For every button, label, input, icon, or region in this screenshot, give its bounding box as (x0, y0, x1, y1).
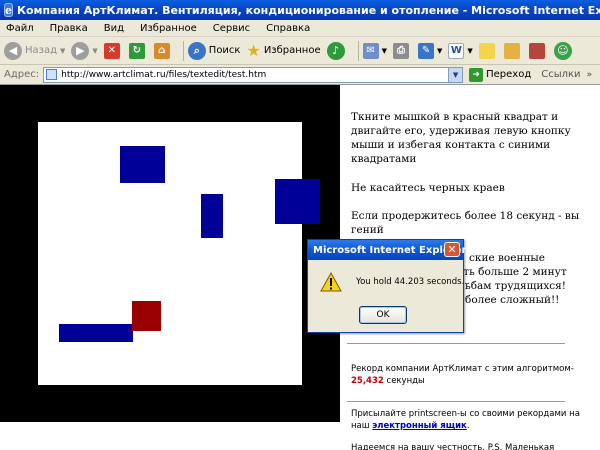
military-text-line: ать больше 2 минут (457, 266, 567, 278)
hope-text: Надеемся на вашу честность. P.S. Маленьк… (351, 443, 555, 450)
word-dropdown-icon: ▼ (467, 46, 473, 55)
blue-square (275, 179, 320, 224)
dialog-message: You hold 44.203 seconds... (356, 277, 470, 287)
avoid-edges-text: Не касайтесь черных краев (351, 182, 505, 194)
address-dropdown-icon[interactable]: ▼ (448, 67, 463, 82)
title-bar[interactable]: e Компания АртКлимат. Вентиляция, кондиц… (0, 0, 600, 20)
folder-icon (503, 42, 520, 59)
ie-logo-icon: e (4, 3, 13, 17)
menu-tools[interactable]: Сервис (213, 23, 250, 34)
page-icon (46, 69, 58, 80)
word-button[interactable]: W ▼ (448, 42, 473, 59)
warning-icon (320, 272, 342, 292)
military-text-line: ьбам трудящихся! (465, 280, 567, 292)
toolbar-separator (357, 40, 359, 61)
back-label: Назад (25, 45, 58, 56)
window-title: Компания АртКлимат. Вентиляция, кондицио… (17, 3, 600, 17)
favorites-label: Избранное (263, 45, 321, 56)
print-button[interactable]: ⎙ (393, 42, 412, 59)
edit-dropdown-icon: ▼ (437, 46, 443, 55)
messenger-icon: ☺ (553, 41, 572, 60)
instructions-text: Ткните мышкой в красный квадрат и двигай… (351, 111, 571, 165)
mail-icon: ✉ (362, 42, 379, 59)
refresh-icon: ↻ (128, 42, 145, 59)
research-icon (528, 42, 545, 59)
send-text: Присылайте printscreen-ы со своими рекор… (351, 408, 591, 432)
divider (347, 343, 565, 344)
search-icon: ⌕ (187, 41, 206, 60)
refresh-button[interactable]: ↻ (128, 42, 148, 59)
forward-arrow-icon: ▶ (71, 41, 90, 60)
forward-button[interactable]: ▶ ▼ (71, 41, 98, 60)
folder-button[interactable] (503, 42, 523, 59)
military-text-line: более сложный!! (465, 294, 560, 306)
toolbar: ◀ Назад ▼ ▶ ▼ ✕ ↻ ⌂ ⌕ Поиск ★ Избранное … (0, 37, 600, 65)
search-label: Поиск (208, 45, 241, 56)
send-end: . (466, 421, 470, 431)
page-content: Ткните мышкой в красный квадрат и двигай… (0, 85, 600, 450)
links-label[interactable]: Ссылки (541, 69, 580, 80)
military-text-line: ские военные (469, 252, 546, 264)
favorites-button[interactable]: ★ Избранное (246, 41, 320, 60)
address-input[interactable]: http://www.artclimat.ru/files/textedit/t… (43, 66, 464, 83)
red-square[interactable] (132, 301, 161, 331)
blue-square (120, 146, 165, 183)
menu-help[interactable]: Справка (266, 23, 310, 34)
favorites-star-icon: ★ (246, 41, 261, 60)
note-button[interactable] (478, 42, 498, 59)
blue-square (59, 324, 133, 342)
alert-dialog: Microsoft Internet Explorer ✕ You hold 4… (307, 239, 470, 333)
messenger-button[interactable]: ☺ (553, 41, 575, 60)
menu-bar: Файл Правка Вид Избранное Сервис Справка (0, 20, 600, 37)
research-button[interactable] (528, 42, 548, 59)
ok-button[interactable]: OK (359, 306, 407, 324)
game-board-field (38, 122, 302, 385)
links-chevron-icon[interactable]: » (587, 70, 593, 80)
media-button[interactable]: ♪ (326, 41, 348, 60)
blue-square (201, 194, 223, 238)
menu-edit[interactable]: Правка (50, 23, 88, 34)
menu-file[interactable]: Файл (6, 23, 34, 34)
home-icon: ⌂ (153, 42, 170, 59)
stop-icon: ✕ (103, 42, 120, 59)
dialog-title-bar[interactable]: Microsoft Internet Explorer ✕ (308, 240, 466, 260)
email-link[interactable]: электронный ящик (372, 421, 467, 431)
go-button[interactable]: Переход (486, 69, 531, 80)
ie-window: e Компания АртКлимат. Вентиляция, кондиц… (0, 0, 600, 450)
divider (347, 401, 565, 402)
address-url: http://www.artclimat.ru/files/textedit/t… (61, 69, 267, 80)
toolbar-separator (182, 40, 184, 61)
note-icon (478, 42, 495, 59)
go-arrow-icon[interactable]: ➜ (469, 67, 484, 82)
record-value: 25,432 (351, 376, 384, 386)
mail-button[interactable]: ✉ ▼ (362, 42, 388, 59)
menu-view[interactable]: Вид (104, 23, 124, 34)
record-label: Рекорд компании АртКлимат с этим алгорит… (351, 364, 574, 374)
address-bar: Адрес: http://www.artclimat.ru/files/tex… (0, 65, 600, 85)
search-button[interactable]: ⌕ Поиск (187, 41, 241, 60)
edit-page-icon: ✎ (418, 42, 435, 59)
mail-dropdown-icon: ▼ (381, 46, 388, 55)
home-button[interactable]: ⌂ (153, 42, 173, 59)
print-icon: ⎙ (393, 42, 410, 59)
forward-dropdown-icon: ▼ (92, 46, 98, 55)
record-unit: секунды (383, 376, 425, 386)
back-button[interactable]: ◀ Назад ▼ (4, 41, 66, 60)
stop-button[interactable]: ✕ (103, 42, 123, 59)
media-icon: ♪ (326, 41, 345, 60)
word-icon: W (448, 42, 465, 59)
back-arrow-icon: ◀ (4, 41, 22, 60)
record-text: Рекорд компании АртКлимат с этим алгорит… (351, 363, 591, 387)
dialog-close-icon[interactable]: ✕ (444, 242, 460, 257)
menu-favorites[interactable]: Избранное (140, 23, 197, 34)
genius-text: Если продержитесь более 18 секунд - вы г… (351, 210, 580, 236)
edit-button[interactable]: ✎ ▼ (418, 42, 443, 59)
back-dropdown-icon: ▼ (60, 46, 66, 55)
address-label: Адрес: (4, 69, 40, 80)
